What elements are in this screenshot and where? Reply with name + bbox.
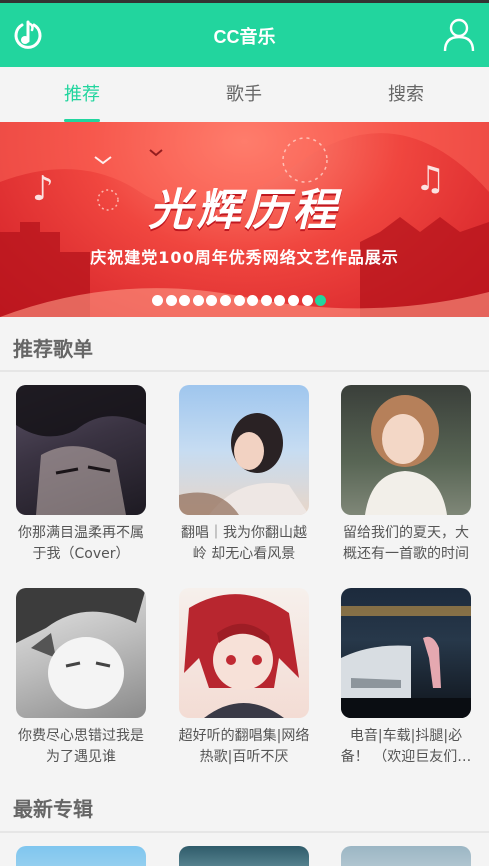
carousel-dot[interactable] [287,295,299,306]
carousel-dot[interactable] [165,295,177,306]
red-hair-anime-cover-icon [179,588,309,718]
playlist-card[interactable]: 你费尽心思错过我是为了遇见谁 [16,588,146,768]
night-car-cover-icon [341,588,471,718]
playlist-card[interactable]: 留给我们的夏天，大概还有一首歌的时间 [341,385,471,565]
tab-recommend[interactable]: 推荐 [22,67,142,122]
carousel-dot[interactable] [315,295,327,306]
carousel-dot[interactable] [206,295,218,306]
banner-subtitle: 庆祝建党100周年优秀网络文艺作品展示 [90,248,399,267]
album-cover[interactable] [179,846,309,866]
app-title: CC音乐 [213,27,276,47]
carousel-indicator [152,295,329,307]
tab-singers[interactable]: 歌手 [184,67,304,122]
anime-boy-cover-icon [16,385,146,515]
app-header: CC音乐 [0,3,489,67]
section-title-playlists: 推荐歌单 [13,337,93,361]
banner-title: 光辉历程 [148,186,341,235]
user-icon[interactable] [443,17,475,53]
album-cover[interactable] [341,846,471,866]
playlist-card[interactable]: 翻唱｜我为你翻山越岭 却无心看风景 [179,385,309,565]
banner-carousel[interactable]: ♪ ♫ 光辉历程 庆祝建党100周年优秀网络文艺作品展示 [0,122,489,317]
tab-search[interactable]: 搜索 [346,67,466,122]
tab-bar: 推荐 歌手 搜索 [0,67,489,122]
album-cover[interactable] [16,846,146,866]
playlist-title: 翻唱｜我为你翻山越岭 却无心看风景 [181,525,307,562]
playlist-card[interactable]: 超好听的翻唱集|网络热歌|百听不厌 [179,588,309,768]
carousel-dot[interactable] [219,295,231,306]
playlist-card[interactable]: 电音|车载|抖腿|必备！ （欢迎巨友们收藏） [341,588,471,768]
girl-bob-cover-icon [341,385,471,515]
section-divider [0,370,489,372]
monochrome-anime-cover-icon [16,588,146,718]
carousel-dot[interactable] [301,295,313,306]
playlist-card[interactable]: 你那满目温柔再不属于我（Cover） [16,385,146,565]
carousel-dot[interactable] [179,295,191,306]
playlist-title: 你那满目温柔再不属于我（Cover） [18,525,144,562]
carousel-dot[interactable] [192,295,204,306]
playlist-title: 超好听的翻唱集|网络热歌|百听不厌 [178,728,310,765]
playlist-title: 留给我们的夏天，大概还有一首歌的时间 [343,525,469,562]
section-title-albums: 最新专辑 [13,797,93,821]
section-divider [0,831,489,833]
girl-sky-cover-icon [179,385,309,515]
carousel-dot[interactable] [274,295,286,306]
carousel-dot[interactable] [152,295,163,306]
carousel-dot[interactable] [233,295,245,306]
playlist-title: 电音|车载|抖腿|必备！ （欢迎巨友们收藏） [340,728,472,765]
carousel-dot[interactable] [247,295,259,306]
playlist-title: 你费尽心思错过我是为了遇见谁 [18,728,144,765]
carousel-dot[interactable] [260,295,272,306]
